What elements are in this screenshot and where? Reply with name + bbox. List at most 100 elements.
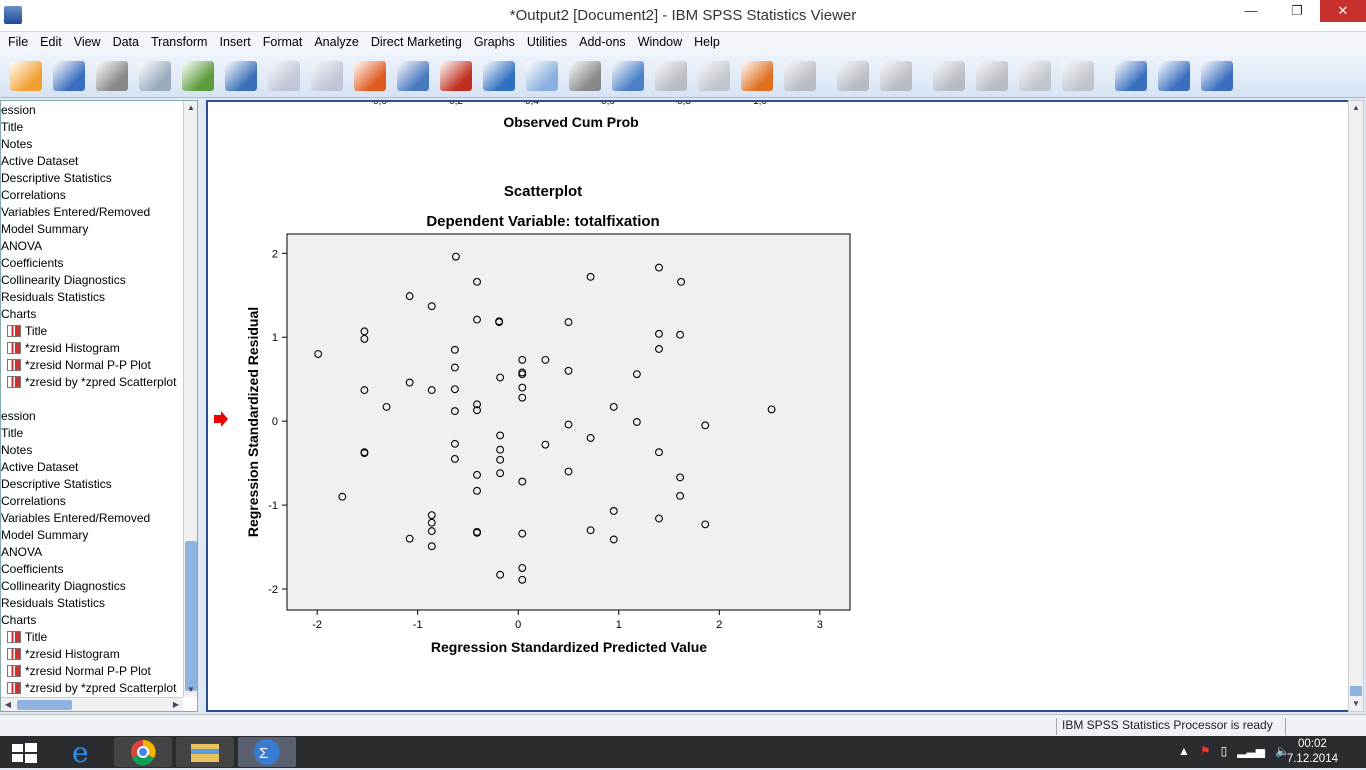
insert-title-icon[interactable]: [1158, 60, 1190, 91]
outline-item[interactable]: *zresid Normal P-P Plot: [1, 357, 197, 374]
close-button[interactable]: ✕: [1320, 0, 1366, 22]
output-icon[interactable]: [784, 60, 816, 91]
menu-add-ons[interactable]: Add-ons: [573, 32, 632, 54]
outline-item[interactable]: Charts: [1, 306, 197, 323]
scroll-left-icon[interactable]: ◀: [1, 700, 15, 709]
goto-case-icon[interactable]: [397, 60, 429, 91]
hide-icon[interactable]: [1062, 60, 1094, 91]
outline-item[interactable]: Collinearity Diagnostics: [1, 578, 197, 595]
menu-format[interactable]: Format: [257, 32, 309, 54]
scroll-up-icon[interactable]: ▲: [184, 103, 197, 112]
outline-item[interactable]: ANOVA: [1, 238, 197, 255]
contents-scroll-thumb[interactable]: [1350, 686, 1362, 696]
outline-item[interactable]: Charts: [1, 612, 197, 629]
goto-variable-icon[interactable]: [440, 60, 472, 91]
outline-item[interactable]: Title: [1, 629, 197, 646]
outline-item[interactable]: Descriptive Statistics: [1, 476, 197, 493]
file-explorer-icon[interactable]: [176, 737, 234, 767]
outline-item[interactable]: Coefficients: [1, 255, 197, 272]
save-icon[interactable]: [53, 60, 85, 91]
outline-item[interactable]: Correlations: [1, 187, 197, 204]
spell-check-icon[interactable]: [612, 60, 644, 91]
outline-item[interactable]: Variables Entered/Removed: [1, 204, 197, 221]
outline-item[interactable]: ANOVA: [1, 544, 197, 561]
clock[interactable]: 00:02 7.12.2014: [1287, 736, 1338, 767]
outline-item[interactable]: Active Dataset: [1, 459, 197, 476]
show-hidden-icons-icon[interactable]: ▲: [1178, 744, 1190, 758]
outline-item[interactable]: Title: [1, 425, 197, 442]
scatterplot-chart[interactable]: 0,0 0,2 0,4 0,6 0,8 1,0 Observed Cum Prob Scatt…: [208, 102, 1348, 710]
collapse-icon[interactable]: [976, 60, 1008, 91]
outline-item[interactable]: Model Summary: [1, 527, 197, 544]
outline-item[interactable]: Active Dataset: [1, 153, 197, 170]
scroll-down-icon[interactable]: ▼: [1349, 699, 1363, 708]
menu-data[interactable]: Data: [107, 32, 145, 54]
outline-item[interactable]: *zresid by *zpred Scatterplot: [1, 680, 197, 697]
outline-item[interactable]: Title: [1, 323, 197, 340]
menu-direct-marketing[interactable]: Direct Marketing: [365, 32, 468, 54]
outline-item[interactable]: ession: [1, 102, 197, 119]
chrome-icon[interactable]: [114, 737, 172, 767]
outline-item[interactable]: Notes: [1, 442, 197, 459]
menu-analyze[interactable]: Analyze: [308, 32, 364, 54]
back-icon[interactable]: [837, 60, 869, 91]
outline-item[interactable]: Model Summary: [1, 221, 197, 238]
recall-dialog-icon[interactable]: [225, 60, 257, 91]
contents-vertical-scrollbar[interactable]: ▲ ▼: [1348, 100, 1364, 712]
outline-item[interactable]: *zresid Histogram: [1, 646, 197, 663]
outline-item[interactable]: ession: [1, 408, 197, 425]
outline-item[interactable]: Notes: [1, 136, 197, 153]
insert-text-icon[interactable]: [1201, 60, 1233, 91]
start-button[interactable]: [0, 737, 50, 767]
designate-window-icon[interactable]: [698, 60, 730, 91]
outline-item[interactable]: Residuals Statistics: [1, 595, 197, 612]
outline-hscroll-thumb[interactable]: [17, 700, 72, 710]
outline-item[interactable]: Collinearity Diagnostics: [1, 272, 197, 289]
open-folder-icon[interactable]: [10, 60, 42, 91]
pivot-icon[interactable]: [655, 60, 687, 91]
redo-icon[interactable]: [311, 60, 343, 91]
menu-window[interactable]: Window: [632, 32, 688, 54]
maximize-button[interactable]: ❐: [1274, 0, 1320, 22]
network-icon[interactable]: ▂▃▅: [1237, 744, 1265, 758]
power-icon[interactable]: ▯: [1221, 744, 1228, 758]
menu-graphs[interactable]: Graphs: [468, 32, 521, 54]
internet-explorer-icon[interactable]: e: [52, 736, 110, 769]
forward-icon[interactable]: [880, 60, 912, 91]
scroll-right-icon[interactable]: ▶: [169, 700, 183, 709]
outline-item[interactable]: Title: [1, 119, 197, 136]
menu-file[interactable]: File: [2, 32, 34, 54]
outline-horizontal-scrollbar[interactable]: ◀ ▶: [1, 697, 183, 711]
menu-utilities[interactable]: Utilities: [521, 32, 573, 54]
outline-scroll-thumb[interactable]: [185, 541, 197, 691]
menu-transform[interactable]: Transform: [145, 32, 214, 54]
outline-vertical-scrollbar[interactable]: ▲ ▼: [183, 101, 197, 697]
outline-item[interactable]: *zresid Normal P-P Plot: [1, 663, 197, 680]
outline-item[interactable]: *zresid Histogram: [1, 340, 197, 357]
action-center-icon[interactable]: ⚑: [1200, 744, 1211, 758]
insert-heading-icon[interactable]: [1115, 60, 1147, 91]
outline-item[interactable]: Correlations: [1, 493, 197, 510]
variables-icon[interactable]: [483, 60, 515, 91]
outline-item[interactable]: Variables Entered/Removed: [1, 510, 197, 527]
menu-view[interactable]: View: [68, 32, 107, 54]
outline-item[interactable]: Residuals Statistics: [1, 289, 197, 306]
scroll-down-icon[interactable]: ▼: [184, 685, 197, 694]
print-icon[interactable]: [96, 60, 128, 91]
export-icon[interactable]: [182, 60, 214, 91]
menu-edit[interactable]: Edit: [34, 32, 68, 54]
scroll-up-icon[interactable]: ▲: [1349, 103, 1363, 112]
menu-help[interactable]: Help: [688, 32, 726, 54]
show-all-variables-icon[interactable]: [569, 60, 601, 91]
show-icon[interactable]: [1019, 60, 1051, 91]
menu-insert[interactable]: Insert: [213, 32, 256, 54]
outline-item[interactable]: *zresid by *zpred Scatterplot: [1, 374, 197, 391]
use-sets-icon[interactable]: [526, 60, 558, 91]
outline-item[interactable]: Descriptive Statistics: [1, 170, 197, 187]
undo-icon[interactable]: [268, 60, 300, 91]
goto-data-icon[interactable]: [354, 60, 386, 91]
outline-item[interactable]: Coefficients: [1, 561, 197, 578]
expand-icon[interactable]: [933, 60, 965, 91]
minimize-button[interactable]: —: [1228, 0, 1274, 22]
print-preview-icon[interactable]: [139, 60, 171, 91]
